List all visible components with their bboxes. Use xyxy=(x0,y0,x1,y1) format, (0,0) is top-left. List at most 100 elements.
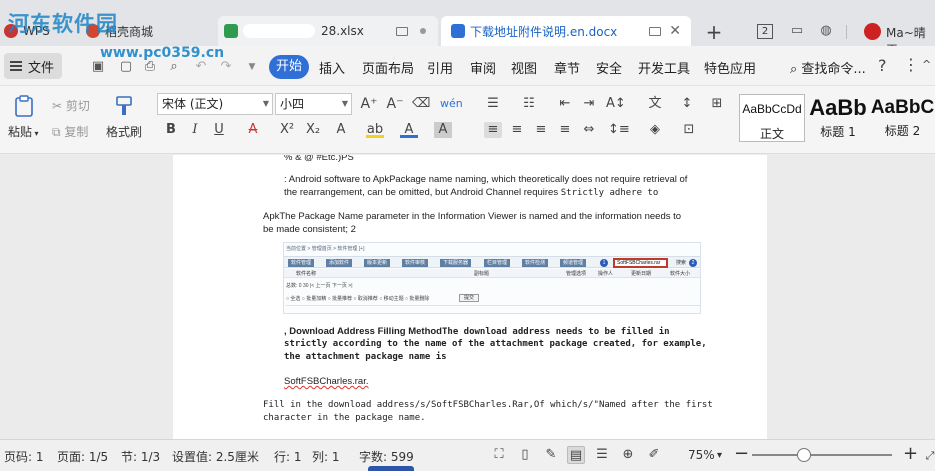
search-command[interactable]: ⌕ 查找命令... xyxy=(790,58,866,77)
chinese-layout-icon[interactable]: 文 xyxy=(646,96,664,112)
align-right-icon[interactable]: ≡ xyxy=(532,122,550,138)
fullscreen-icon[interactable]: ⛶ xyxy=(490,446,508,464)
save-icon[interactable]: ▣ xyxy=(90,60,106,74)
reading-mode-icon[interactable]: ▯ xyxy=(516,446,534,464)
status-word-count[interactable]: 字数: 599 xyxy=(359,448,414,465)
window-icon[interactable] xyxy=(649,26,661,36)
decrease-indent-icon[interactable]: ⇤ xyxy=(556,96,574,112)
text-direction-icon[interactable]: A↕ xyxy=(606,96,626,112)
edit-icon[interactable]: ✎ xyxy=(542,446,560,464)
bullet-list-icon[interactable]: ☰ xyxy=(484,96,502,112)
document-workspace[interactable]: % & @ #Etc.)PS : Android software to Apk… xyxy=(0,155,935,439)
embedded-button: 栏目管理 xyxy=(484,259,511,267)
increase-font-icon[interactable]: A⁺ xyxy=(360,96,378,112)
format-painter-icon[interactable] xyxy=(112,94,136,118)
decrease-font-icon[interactable]: A⁻ xyxy=(386,96,404,112)
zoom-level[interactable]: 75% xyxy=(688,448,715,462)
zoom-out-icon[interactable]: − xyxy=(734,443,749,464)
outline-view-icon[interactable]: ☰ xyxy=(593,446,611,464)
status-setting[interactable]: 设置值: 2.5厘米 xyxy=(172,448,259,465)
tab-insert[interactable]: 插入 xyxy=(319,58,345,77)
status-page-number[interactable]: 页码: 1 xyxy=(4,448,44,465)
web-view-icon[interactable]: ⊕ xyxy=(619,446,637,464)
page-view-icon[interactable]: ▤ xyxy=(567,446,585,464)
strikethrough-icon[interactable]: A xyxy=(244,122,262,138)
align-center-icon[interactable]: ≡ xyxy=(508,122,526,138)
style-label: 标题 2 xyxy=(884,124,921,138)
window-mode-icon[interactable]: ▭ xyxy=(789,23,805,39)
tab-docx-active[interactable]: 下载地址附件说明.en.docx ✕ xyxy=(441,16,691,46)
align-left-icon[interactable]: ≡ xyxy=(484,122,502,138)
tab-count-badge[interactable]: 2 xyxy=(757,24,773,39)
shading-icon[interactable]: ◈ xyxy=(646,122,664,138)
status-section[interactable]: 节: 1/3 xyxy=(121,448,160,465)
style-normal[interactable]: AaBbCcDd 正文 xyxy=(739,94,805,142)
bold-icon[interactable]: B xyxy=(162,122,180,138)
zoom-dropdown-icon[interactable]: ▾ xyxy=(717,450,722,461)
format-painter-button[interactable]: 格式刷 xyxy=(106,123,142,140)
expand-icon[interactable]: ⤢ xyxy=(921,447,935,465)
skin-icon[interactable]: ◍ xyxy=(818,23,834,39)
cut-button[interactable]: ✂ 剪切 xyxy=(52,97,90,114)
show-marks-icon[interactable]: ⊞ xyxy=(708,96,726,112)
quick-access-dropdown-icon[interactable]: ▼ xyxy=(244,60,260,74)
character-shading-icon[interactable]: A xyxy=(434,122,452,138)
print-preview-icon[interactable]: ⌕ xyxy=(166,60,182,74)
superscript-icon[interactable]: X² xyxy=(278,122,296,138)
tab-page-layout[interactable]: 页面布局 xyxy=(362,58,414,77)
tab-xlsx[interactable]: 28.xlsx xyxy=(218,16,438,46)
close-tab-icon[interactable]: ✕ xyxy=(669,23,681,39)
help-icon[interactable]: ? xyxy=(878,56,887,75)
status-pages[interactable]: 页面: 1/5 xyxy=(57,448,108,465)
copy-button[interactable]: ⧉ 复制 xyxy=(52,123,88,140)
increase-indent-icon[interactable]: ⇥ xyxy=(580,96,598,112)
font-size-select[interactable]: 小四 ▼ xyxy=(275,93,352,115)
tab-chapter[interactable]: 章节 xyxy=(554,58,580,77)
status-row[interactable]: 行: 1 xyxy=(274,448,302,465)
avatar[interactable] xyxy=(864,23,881,40)
tab-developer[interactable]: 开发工具 xyxy=(638,58,690,77)
subscript-icon[interactable]: X₂ xyxy=(304,122,322,138)
write-mode-icon[interactable]: ✐ xyxy=(645,446,663,464)
line-spacing-icon[interactable]: ↕≡ xyxy=(608,122,630,138)
doc-line: the rearrangement, can be omitted, but A… xyxy=(284,186,658,200)
clear-format-icon[interactable]: ⌫ xyxy=(412,96,430,112)
highlight-icon[interactable]: ab xyxy=(366,122,384,138)
borders-icon[interactable]: ⊡ xyxy=(680,122,698,138)
style-heading-1[interactable]: AaBb 标题 1 xyxy=(806,94,870,142)
collapse-ribbon-icon[interactable]: ^ xyxy=(922,58,931,71)
doc-line-mono: The download address needs to be filled … xyxy=(441,327,670,337)
underline-icon[interactable]: U xyxy=(210,122,228,138)
text-effect-icon[interactable]: A xyxy=(332,122,350,138)
zoom-in-icon[interactable]: + xyxy=(903,443,918,464)
undo-icon[interactable]: ↶ xyxy=(193,60,209,74)
new-doc-icon[interactable]: ▢ xyxy=(118,60,134,74)
more-icon[interactable]: ⋮ xyxy=(903,55,919,74)
zoom-slider-track[interactable] xyxy=(752,454,892,456)
status-column[interactable]: 列: 1 xyxy=(312,448,340,465)
tab-home[interactable]: 开始 xyxy=(269,55,309,79)
numbered-list-icon[interactable]: ☷ xyxy=(520,96,538,112)
font-name-select[interactable]: 宋体 (正文) ▼ xyxy=(157,93,273,115)
embedded-column: 更新日期 xyxy=(631,271,652,277)
window-icon[interactable] xyxy=(396,26,408,36)
tab-review[interactable]: 审阅 xyxy=(470,58,496,77)
paste-icon[interactable] xyxy=(12,94,36,118)
font-color-icon[interactable]: A xyxy=(400,122,418,138)
file-menu-button[interactable]: 文件 xyxy=(4,53,62,79)
tab-special-apps[interactable]: 特色应用 xyxy=(704,58,756,77)
new-tab-icon[interactable]: + xyxy=(702,20,726,44)
print-icon[interactable]: ⎙ xyxy=(142,60,158,74)
tab-security[interactable]: 安全 xyxy=(596,58,622,77)
phonetic-icon[interactable]: wén xyxy=(440,96,463,112)
italic-icon[interactable]: I xyxy=(186,122,204,138)
tab-references[interactable]: 引用 xyxy=(427,58,453,77)
zoom-slider-handle[interactable] xyxy=(797,448,811,462)
distributed-icon[interactable]: ⇔ xyxy=(580,122,598,138)
justify-icon[interactable]: ≡ xyxy=(556,122,574,138)
redo-icon[interactable]: ↷ xyxy=(218,60,234,74)
paste-button[interactable]: 粘贴 ▾ xyxy=(8,123,39,140)
sort-icon[interactable]: ↕ xyxy=(678,96,696,112)
tab-view[interactable]: 视图 xyxy=(511,58,537,77)
style-heading-2[interactable]: AaBbC 标题 2 xyxy=(870,94,935,142)
